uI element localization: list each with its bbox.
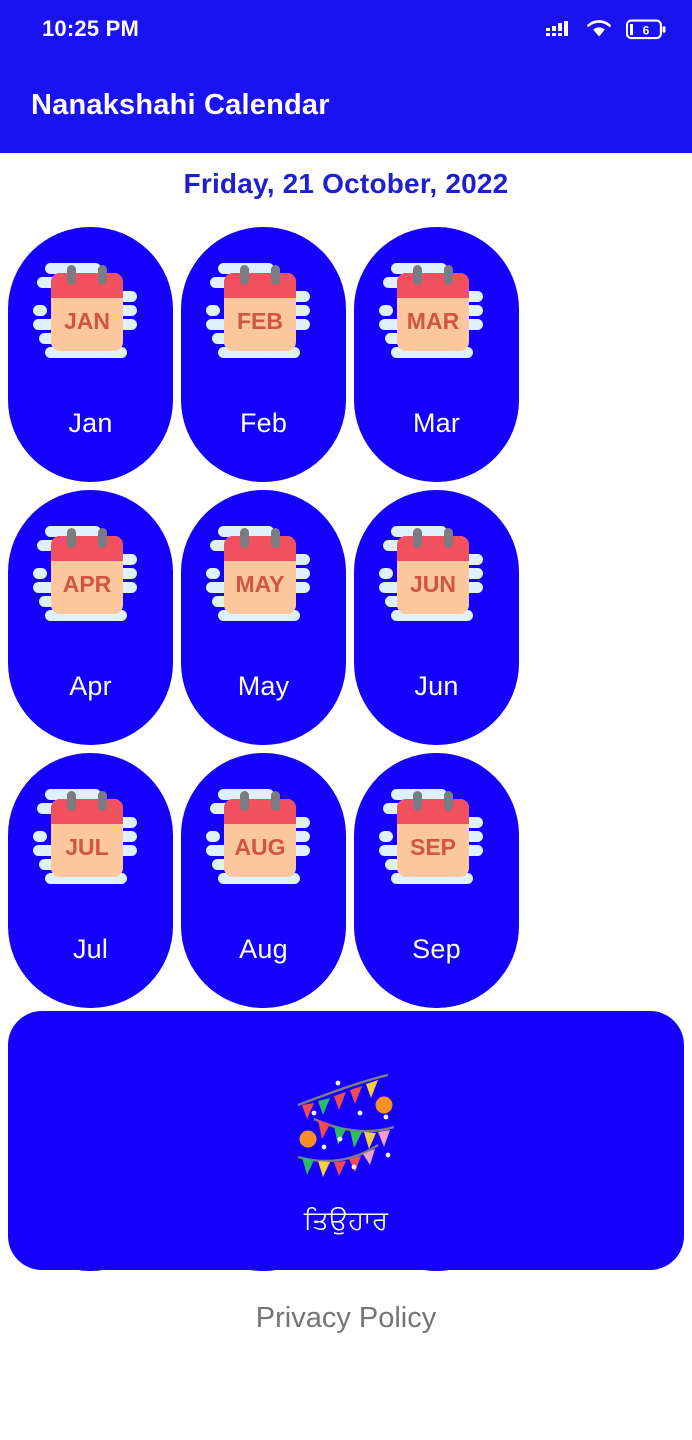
bunting-flags-icon	[292, 1069, 400, 1177]
page-title: Nanakshahi Calendar	[31, 89, 330, 122]
svg-text:APR: APR	[62, 571, 111, 597]
month-card-sep[interactable]: SEP Sep	[354, 753, 519, 1008]
battery-level-text: 6	[643, 23, 650, 37]
app-bar: Nanakshahi Calendar	[0, 58, 692, 153]
month-card-label: Jul	[8, 934, 173, 965]
svg-text:SEP: SEP	[409, 834, 455, 860]
svg-text:FEB: FEB	[237, 308, 283, 334]
app-root: 10:25 PM	[0, 0, 692, 1440]
signal-bars-icon	[546, 19, 572, 39]
svg-text:JUL: JUL	[65, 834, 108, 860]
month-card-label: Jan	[8, 408, 173, 439]
calendar-icon: APR	[31, 522, 151, 634]
month-card-jun[interactable]: JUN Jun	[354, 490, 519, 745]
svg-text:MAR: MAR	[406, 308, 459, 334]
status-bar-clock: 10:25 PM	[42, 16, 139, 42]
wifi-icon	[586, 19, 612, 39]
status-bar-icons: 6	[546, 19, 666, 40]
current-date-heading: Friday, 21 October, 2022	[0, 153, 692, 215]
calendar-icon: AUG	[204, 785, 324, 897]
month-card-label: Feb	[181, 408, 346, 439]
calendar-icon: JAN	[31, 259, 151, 371]
privacy-policy-link[interactable]: Privacy Policy	[0, 1293, 692, 1343]
month-card-apr[interactable]: APR Apr	[8, 490, 173, 745]
calendar-icon: FEB	[204, 259, 324, 371]
month-card-may[interactable]: MAY May	[181, 490, 346, 745]
month-card-mar[interactable]: MAR Mar	[354, 227, 519, 482]
festival-card[interactable]: ਤਿਉਹਾਰ	[8, 1011, 684, 1270]
month-card-label: Apr	[8, 671, 173, 702]
svg-text:JUN: JUN	[409, 571, 455, 597]
calendar-icon: JUN	[377, 522, 497, 634]
month-card-label: Aug	[181, 934, 346, 965]
month-card-aug[interactable]: AUG Aug	[181, 753, 346, 1008]
month-card-label: Sep	[354, 934, 519, 965]
battery-icon: 6	[626, 19, 666, 40]
calendar-icon: JUL	[31, 785, 151, 897]
calendar-icon: MAR	[377, 259, 497, 371]
month-card-label: Jun	[354, 671, 519, 702]
svg-text:MAY: MAY	[235, 571, 284, 597]
month-card-jan[interactable]: JAN Jan	[8, 227, 173, 482]
calendar-icon: MAY	[204, 522, 324, 634]
month-card-jul[interactable]: JUL Jul	[8, 753, 173, 1008]
festival-card-label: ਤਿਉਹਾਰ	[8, 1205, 684, 1237]
month-card-label: May	[181, 671, 346, 702]
calendar-icon: SEP	[377, 785, 497, 897]
status-bar: 10:25 PM	[0, 0, 692, 58]
svg-text:JAN: JAN	[63, 308, 109, 334]
month-card-feb[interactable]: FEB Feb	[181, 227, 346, 482]
month-card-label: Mar	[354, 408, 519, 439]
svg-text:AUG: AUG	[234, 834, 285, 860]
